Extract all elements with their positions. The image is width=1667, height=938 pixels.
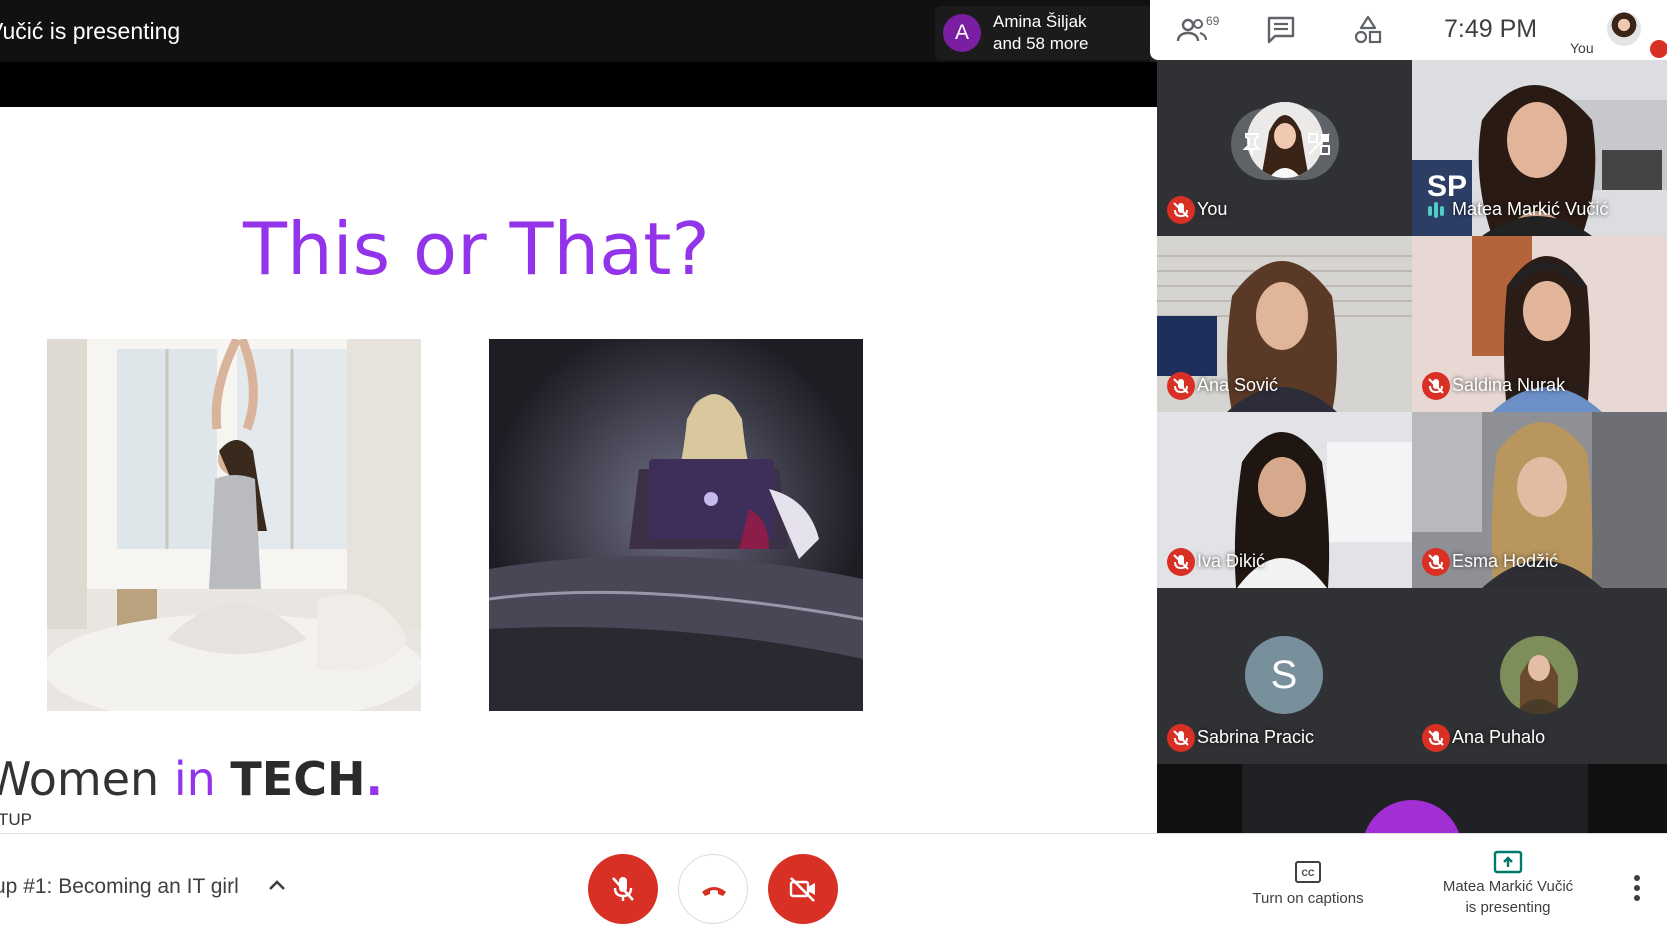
meeting-title[interactable]: up #1: Becoming an IT girl: [0, 875, 239, 899]
participant-tile-ana-sovic[interactable]: Ana Sović: [1157, 236, 1412, 412]
participant-name: Matea Markić Vučić: [1452, 199, 1609, 219]
participant-avatar: [1500, 636, 1578, 714]
captions-label: Turn on captions: [1252, 890, 1364, 907]
presenting-status: is presenting: [1465, 899, 1551, 916]
svg-text:CC: CC: [1302, 868, 1315, 878]
brand-dot: .: [365, 752, 383, 806]
presenting-title: Vučić is presenting: [0, 18, 181, 44]
captions-icon: CC: [1295, 861, 1321, 883]
presenter-name: Matea Markić Vučić: [1442, 878, 1574, 895]
present-screen-icon: [1493, 850, 1523, 874]
mic-off-icon: [1167, 196, 1195, 224]
presentation-slide: This or That? Women in TECH. TUP: [0, 107, 1157, 833]
brand-women: Women: [0, 752, 160, 806]
self-label: You: [1570, 40, 1594, 56]
bottom-control-bar: up #1: Becoming an IT girl CC Turn on ca…: [0, 833, 1667, 938]
slide-title: This or That?: [243, 207, 710, 291]
speaking-indicator-icon: [1428, 202, 1444, 218]
participant-video: [1157, 412, 1412, 588]
mic-off-icon: [1422, 724, 1450, 752]
participant-avatar: S: [1245, 636, 1323, 714]
participant-video: [1157, 236, 1412, 412]
mic-off-icon: [612, 877, 634, 901]
camera-toggle-button[interactable]: [768, 854, 838, 924]
participant-grid: You SP Matea Markić Vučić Ana Sović Sald…: [1157, 60, 1667, 833]
mic-off-icon: [1650, 40, 1667, 58]
present-now-button[interactable]: Matea Markić Vučić is presenting: [1418, 850, 1598, 930]
self-avatar[interactable]: [1607, 12, 1641, 46]
participant-name: Saldina Nurak: [1452, 375, 1566, 395]
microphone-toggle-button[interactable]: [588, 854, 658, 924]
participant-name: Iva Đikić: [1197, 551, 1266, 571]
participant-name: Ana Sović: [1197, 375, 1279, 395]
hang-up-icon: [702, 887, 726, 896]
more-options-icon[interactable]: [1622, 870, 1652, 906]
morning-stretch-photo: [47, 339, 421, 711]
meeting-header: 69 7:49 PM You: [1150, 0, 1667, 60]
captions-button[interactable]: CC Turn on captions: [1228, 860, 1388, 920]
participant-tile-sabrina-pracic[interactable]: S Sabrina Pracic: [1157, 588, 1412, 764]
mic-off-icon: [1167, 724, 1195, 752]
self-preview: [1231, 102, 1339, 180]
leave-call-button[interactable]: [678, 854, 748, 924]
background-effects-icon[interactable]: [1307, 132, 1331, 156]
mic-off-icon: [1167, 372, 1195, 400]
participants-chip[interactable]: A Amina Šiljak and 58 more: [935, 6, 1150, 60]
mic-off-icon: [1422, 548, 1450, 576]
participant-tile-esma-hodzic[interactable]: Esma Hodžić: [1412, 412, 1667, 588]
people-count-badge: 69: [1206, 14, 1220, 28]
participant-tile-matea[interactable]: SP Matea Markić Vučić: [1412, 60, 1667, 236]
participant-name: Ana Puhalo: [1452, 727, 1546, 747]
participant-tile-iva-dikic[interactable]: Iva Đikić: [1157, 412, 1412, 588]
slide-subtitle: TUP: [0, 810, 32, 829]
chevron-up-icon[interactable]: [266, 874, 288, 896]
participant-tile-you[interactable]: You: [1157, 60, 1412, 236]
brand-in: in: [159, 752, 231, 806]
night-laptop-photo: [489, 339, 863, 711]
mic-off-icon: [1422, 372, 1450, 400]
participant-name: Amina Šiljak: [993, 12, 1087, 31]
slide-brand: Women in TECH.: [0, 752, 383, 806]
participant-tile-ana-puhalo[interactable]: Ana Puhalo: [1412, 588, 1667, 764]
participant-more-count: and 58 more: [993, 34, 1089, 53]
participant-avatar: A: [943, 14, 981, 52]
participant-tile-saldina-nurak[interactable]: Saldina Nurak: [1412, 236, 1667, 412]
pin-icon[interactable]: [1241, 132, 1263, 156]
camera-off-icon: [789, 877, 815, 902]
participant-name: Sabrina Pracic: [1197, 727, 1315, 747]
meeting-clock: 7:49 PM: [1444, 15, 1538, 43]
presentation-letterbox: [0, 62, 1157, 107]
meet-window: Vučić is presenting A Amina Šiljak and 5…: [0, 0, 1667, 938]
people-icon[interactable]: [1176, 14, 1208, 46]
brand-tech: TECH: [230, 752, 366, 806]
participant-name: Esma Hodžić: [1452, 551, 1559, 571]
activities-icon[interactable]: [1352, 14, 1384, 46]
participant-name: You: [1197, 199, 1228, 219]
chat-icon[interactable]: [1265, 14, 1297, 46]
mic-off-icon: [1167, 548, 1195, 576]
top-bar: Vučić is presenting A Amina Šiljak and 5…: [0, 0, 1150, 62]
